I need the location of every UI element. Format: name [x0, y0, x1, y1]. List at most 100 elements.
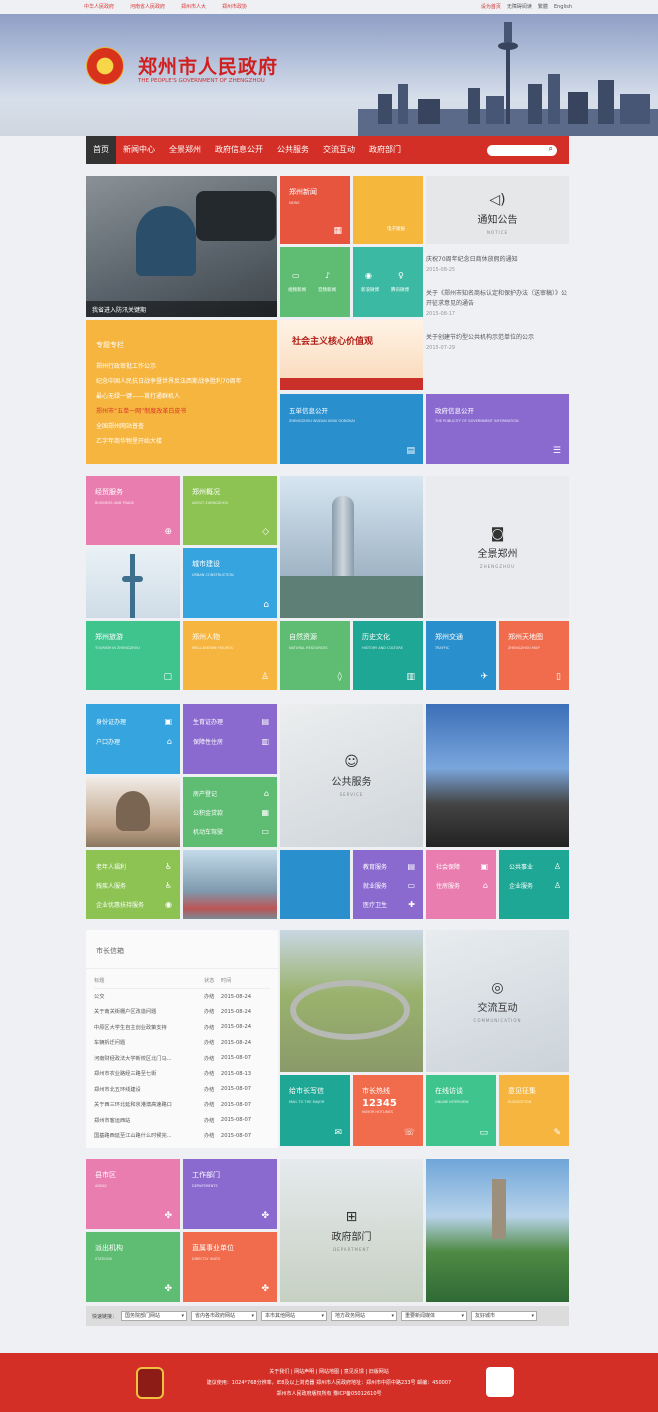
special-item[interactable]: 最心无绿一键——首打通群机人 [96, 389, 267, 404]
police-badge-icon[interactable] [486, 1367, 514, 1397]
news-tile[interactable]: 郑州新闻 NEWS ▦ [280, 176, 350, 244]
figures-tile[interactable]: 郑州人物 WELL-KNOWN FIGURES ♙ [183, 621, 277, 690]
id-card-link[interactable]: 身份证办理 ▣ [86, 717, 180, 726]
fund-link[interactable]: 公积金贷款 ▦ [183, 808, 277, 817]
nav-gov-info[interactable]: 政府信息公开 [208, 136, 270, 164]
select-province-cities[interactable]: 省内各市政府网站 [191, 1311, 258, 1321]
about-tile[interactable]: 郑州概况 ABOUT ZHENGZHOU ◇ [183, 476, 277, 545]
areas-tile[interactable]: 县市区 AREAS ✤ [86, 1159, 180, 1229]
table-row[interactable]: 公交 办结 2015-08-24 [94, 989, 270, 1005]
notice-item[interactable]: 庆祝70周年纪念日商休放假的通知 2015-08-25 [426, 255, 569, 275]
special-item[interactable]: 乙字年商华物里开始大楼 [96, 434, 267, 449]
table-row[interactable]: 郑州市农业路经三路至七街 办结 2015-08-13 [94, 1066, 270, 1082]
trade-tile[interactable]: 经贸服务 BUSINESS AND TRADE ⊕ [86, 476, 180, 545]
traffic-tile[interactable]: 郑州交通 TRAFFIC ✈ [426, 621, 496, 690]
birth-cert-link[interactable]: 生育证办理 ▤ [183, 717, 277, 726]
mailbox-title[interactable]: 市长信箱 [86, 930, 278, 969]
mail-icon: ✉ [334, 1128, 342, 1138]
gov-info-tile[interactable]: 政府信息公开 THE PUBLICITY OF GOVERNMENT INFORM… [426, 394, 569, 464]
job-link[interactable]: 就业服务 ▭ [353, 881, 423, 890]
med-link[interactable]: 医疗卫生 ✚ [353, 900, 423, 909]
table-row[interactable]: 郑州市客运西站 办结 2015-08-07 [94, 1113, 270, 1129]
interchange-photo [280, 930, 423, 1072]
vehicle-link[interactable]: 机动车驾驶 ▭ [183, 827, 277, 836]
video-audio-tile[interactable]: ▭ ♪ 视频新闻 音频新闻 [280, 247, 350, 317]
table-row[interactable]: 中原区大学生自主创业政策支持 办结 2015-08-24 [94, 1020, 270, 1036]
select-ministries[interactable]: 国务院部门网站 [121, 1311, 188, 1321]
nav-news[interactable]: 新闻中心 [116, 136, 162, 164]
special-item[interactable]: 纪念中国人民抗日战争暨世界反法西斯战争胜利70周年 [96, 374, 267, 389]
panorama-tile[interactable]: ◙ 全景郑州 ZHENGZHOU [426, 476, 569, 618]
units-tile[interactable]: 直属事业单位 DIRECTLY UNITS ✤ [183, 1232, 277, 1302]
house-service-link[interactable]: 住房服务 ⌂ [426, 881, 496, 890]
table-row[interactable]: 关于西三环北延和京港澳高速路口 办结 2015-08-07 [94, 1097, 270, 1113]
pin-icon: ◉ [165, 900, 172, 909]
select-gov-affairs[interactable]: 地方政务网站 [331, 1311, 398, 1321]
select-sister-cities[interactable]: 友好城市 [471, 1311, 538, 1321]
table-row[interactable]: 郑州市北五环线建设 办结 2015-08-07 [94, 1082, 270, 1098]
natural-tile[interactable]: 自然资源 NATURAL RESOURCES ◊ [280, 621, 350, 690]
service-tile[interactable]: ☺ 公共服务 SERVICE [280, 704, 423, 847]
top-link[interactable]: 河南省人民政府 [130, 0, 165, 14]
history-tile[interactable]: 历史文化 HISTORY AND CULTURE ▥ [353, 621, 423, 690]
core-values-banner[interactable]: 社会主义核心价值观 [280, 320, 423, 390]
edu-link[interactable]: 教育服务 ▤ [353, 862, 423, 871]
edit-icon: ✎ [553, 1128, 561, 1138]
public-link[interactable]: 公共事业 ♙ [499, 862, 569, 871]
wudan-tile[interactable]: 五单信息公开 ZHENGZHOU WUDAN XINXI GONGKAI ▤ [280, 394, 423, 464]
special-item[interactable]: 全国郑州网站普查 [96, 419, 267, 434]
table-row[interactable]: 河南财经政法大学新校区北门马... 办结 2015-08-07 [94, 1051, 270, 1067]
mail-mayor-tile[interactable]: 给市长写信 MAIL TO THE MAJOR ✉ [280, 1075, 350, 1146]
select-local-sites[interactable]: 本市其他网站 [261, 1311, 328, 1321]
map-tile[interactable]: 郑州天地图 ZHENGZHOU MAP ▯ [499, 621, 569, 690]
accessible-link[interactable]: 无障碍阅读 [507, 0, 532, 14]
housing-link[interactable]: 保障性住房 ▥ [183, 737, 277, 746]
weibo-tile[interactable]: ◉ ♀ 新浪微博 腾讯微博 [353, 247, 423, 317]
urban-tile[interactable]: 城市建设 URBAN CONSTRUCTION ⌂ [183, 548, 277, 618]
table-row[interactable]: 车辆拆迁问题 办结 2015-08-24 [94, 1035, 270, 1051]
top-link[interactable]: 郑州市政协 [222, 0, 247, 14]
party-badge-icon[interactable] [136, 1367, 164, 1399]
property-link[interactable]: 房产登记 ⌂ [183, 789, 277, 798]
walking-icon: ♿ [164, 862, 172, 871]
top-link[interactable]: 中华人民政府 [84, 0, 114, 14]
hotline-tile[interactable]: 市长热线 12345 MAYOR HOTLINES ☏ [353, 1075, 423, 1146]
english-link[interactable]: English [554, 0, 572, 14]
hero-photo[interactable]: 我省进入防汛关键期 [86, 176, 277, 317]
notice-item[interactable]: 关于《郑州市知名商标认定和保护办法（送审稿）》公开征求意见的通告 2015-08-… [426, 289, 569, 319]
search-icon[interactable]: ⌕ [549, 144, 553, 154]
tourism-tile[interactable]: 郑州旅游 TOURISM IN ZHENGZHOU ▢ [86, 621, 180, 690]
special-item[interactable]: 郑州市“五单一网”制度改革白皮书 [96, 404, 267, 419]
departments-tile[interactable]: 工作部门 DEPARTMENTS ✤ [183, 1159, 277, 1229]
select-media[interactable]: 重要新闻媒体 [401, 1311, 468, 1321]
special-item[interactable]: 郑州行政审批工作公示 [96, 359, 267, 374]
nav-interaction[interactable]: 交流互动 [316, 136, 362, 164]
set-home-link[interactable]: 设为首页 [481, 0, 501, 14]
nav-departments[interactable]: 政府部门 [362, 136, 408, 164]
elder-link[interactable]: 老年人福利 ♿ [86, 862, 180, 871]
interview-tile[interactable]: 在线访谈 ONLINE INTERVIEW ▭ [426, 1075, 496, 1146]
top-link[interactable]: 郑州市人大 [181, 0, 206, 14]
social-link[interactable]: 社会保障 ▣ [426, 862, 496, 871]
nav-home[interactable]: 首页 [86, 136, 116, 164]
notice-tile[interactable]: ◁) 通知公告 NOTICE [426, 176, 569, 244]
car-icon: ▭ [261, 827, 269, 836]
enterprise-support-link[interactable]: 企业优惠扶持服务 ◉ [86, 900, 180, 909]
traditional-link[interactable]: 繁體 [538, 0, 548, 14]
communication-tile[interactable]: ◎ 交流互动 COMMUNICATION [426, 930, 569, 1072]
footer-links[interactable]: 关于我们 | 网站声明 | 网站地图 | 意见反馈 | 旧版网站 [0, 1367, 658, 1378]
government-dept-tile[interactable]: ⊞ 政府部门 DEPARTMENT [280, 1159, 423, 1302]
ent-service-link[interactable]: 企业服务 ♙ [499, 881, 569, 890]
notice-item[interactable]: 关于创建节约型公共机构示范单位的公示 2015-07-29 [426, 333, 569, 353]
search-input[interactable]: ⌕ [487, 144, 557, 156]
nav-public-service[interactable]: 公共服务 [270, 136, 316, 164]
table-row[interactable]: 关于南关街棚户区改造问题 办结 2015-08-24 [94, 1004, 270, 1020]
stations-tile[interactable]: 派出机构 STATIONS ✤ [86, 1232, 180, 1302]
nav-panorama[interactable]: 全景郑州 [162, 136, 208, 164]
puzzle-icon: ✤ [164, 1211, 172, 1221]
suggestion-tile[interactable]: 意见征集 SUGGESTION ✎ [499, 1075, 569, 1146]
table-row[interactable]: 国基路西延至江山路什么时候完... 办结 2015-08-07 [94, 1128, 270, 1144]
hukou-link[interactable]: 户口办理 ⌂ [86, 737, 180, 746]
epaper-tile[interactable]: 电子版报 [353, 176, 423, 244]
disabled-link[interactable]: 残疾人服务 ♿ [86, 881, 180, 890]
